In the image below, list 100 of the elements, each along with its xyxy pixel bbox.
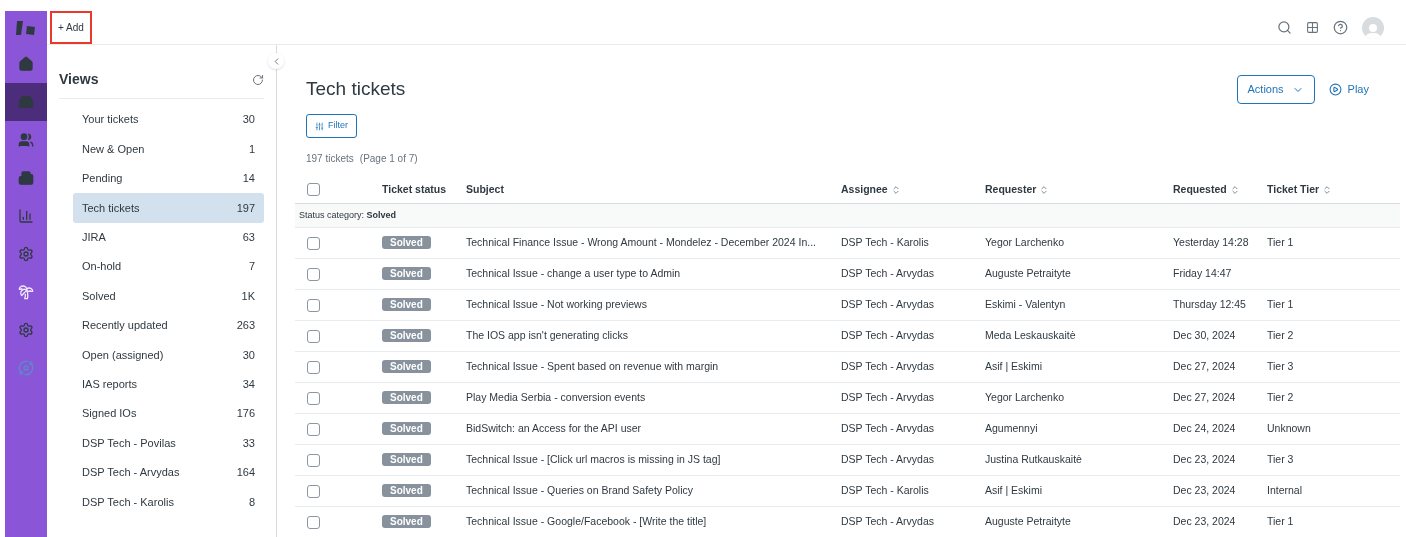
- view-item[interactable]: IAS reports 34: [73, 369, 264, 399]
- group-label: Status category: Solved: [299, 208, 397, 222]
- assignee-cell-text: DSP Tech - Arvydas: [841, 328, 935, 344]
- sort-icon[interactable]: [1229, 184, 1240, 195]
- apps-grid-icon[interactable]: [1306, 21, 1319, 34]
- subject-cell[interactable]: Technical Issue - Spent based on revenue with margin: [466, 359, 841, 375]
- view-label: Tech tickets: [82, 200, 140, 216]
- view-label: JIRA: [82, 230, 106, 245]
- palm-tree-icon: [18, 284, 34, 300]
- tier-cell-text: Tier 1: [1267, 514, 1295, 530]
- checkbox[interactable]: [307, 515, 320, 529]
- checkbox[interactable]: [307, 484, 320, 498]
- tier-cell-text: Tier 3: [1267, 359, 1295, 375]
- view-item[interactable]: Open (assigned) 30: [73, 340, 264, 370]
- help-icon[interactable]: [1333, 20, 1348, 35]
- view-count: 30: [242, 347, 255, 363]
- view-item[interactable]: Signed IOs 176: [73, 398, 264, 429]
- status-badge: Solved: [382, 329, 431, 343]
- view-count: 8: [248, 494, 255, 510]
- view-label: Solved: [82, 288, 116, 304]
- view-label: DSP Tech - Povilas: [82, 435, 176, 451]
- subject-cell[interactable]: BidSwitch: an Access for the API user: [466, 421, 841, 437]
- status-badge: Solved: [382, 453, 431, 467]
- sort-icon[interactable]: [890, 184, 901, 195]
- subject-cell[interactable]: Technical Issue - Queries on Brand Safety Policy: [466, 483, 841, 499]
- tier-cell-text: Unknown: [1267, 421, 1312, 437]
- view-count: 34: [242, 376, 255, 392]
- sort-icon[interactable]: [1039, 184, 1050, 195]
- requester-cell-text: Auguste Petraityte: [985, 514, 1072, 530]
- actions-button[interactable]: Actions: [1236, 75, 1315, 104]
- column-header[interactable]: Subject: [466, 181, 504, 198]
- add-button[interactable]: + Add: [50, 11, 92, 44]
- subject-cell[interactable]: The IOS app isn't generating clicks: [466, 328, 841, 344]
- view-count: 1: [248, 141, 255, 157]
- requested-cell-text: Dec 23, 2024: [1173, 483, 1237, 499]
- status-badge: Solved: [382, 422, 431, 436]
- status-badge: Solved: [382, 236, 431, 250]
- column-header[interactable]: Ticket status: [382, 181, 446, 198]
- filter-icon[interactable]: [315, 121, 324, 131]
- play-button[interactable]: Play: [1328, 81, 1369, 98]
- checkbox[interactable]: [307, 183, 320, 196]
- column-header[interactable]: Requester: [985, 181, 1037, 198]
- requested-cell-text: Thursday 12:45: [1173, 297, 1247, 313]
- assignee-cell-text: DSP Tech - Arvydas: [841, 514, 935, 530]
- view-item[interactable]: Your tickets 30: [73, 105, 264, 135]
- checkbox[interactable]: [307, 298, 320, 312]
- view-item[interactable]: Pending 14: [73, 163, 264, 194]
- tier-cell-text: Tier 1: [1267, 235, 1295, 251]
- refresh-icon[interactable]: [252, 73, 264, 86]
- view-label: Your tickets: [82, 112, 139, 128]
- requested-cell-text: Dec 23, 2024: [1173, 452, 1237, 468]
- subject-cell[interactable]: Technical Issue - Not working previews: [466, 297, 841, 313]
- requester-cell-text: Auguste Petraityte: [985, 266, 1072, 282]
- view-item[interactable]: DSP Tech - Arvydas 164: [73, 457, 264, 488]
- column-header[interactable]: Ticket Tier: [1267, 181, 1320, 198]
- view-item[interactable]: Solved 1K: [73, 281, 264, 311]
- requested-cell-text: Yesterday 14:28: [1173, 235, 1250, 251]
- view-item[interactable]: On-hold 7: [73, 251, 264, 282]
- subject-cell[interactable]: Play Media Serbia - conversion events: [466, 390, 841, 406]
- play-icon[interactable]: [1328, 83, 1342, 96]
- subject-cell[interactable]: Technical Issue - change a user type to Admin: [466, 266, 841, 282]
- checkbox[interactable]: [307, 360, 320, 374]
- status-badge: Solved: [382, 267, 431, 281]
- view-count: 176: [236, 406, 255, 422]
- view-item[interactable]: JIRA 63: [73, 222, 264, 252]
- checkbox[interactable]: [307, 267, 320, 281]
- checkbox[interactable]: [307, 453, 320, 467]
- search-icon[interactable]: [1277, 20, 1292, 35]
- column-header[interactable]: Assignee: [841, 181, 888, 198]
- requested-cell-text: Dec 27, 2024: [1173, 390, 1237, 406]
- view-item[interactable]: Recently updated 263: [73, 310, 264, 341]
- view-item[interactable]: DSP Tech - Karolis 8: [73, 487, 264, 517]
- requester-cell-text: Asif | Eskimi: [985, 359, 1043, 375]
- view-count: 164: [236, 465, 255, 481]
- status-badge: Solved: [382, 360, 431, 374]
- tier-cell-text: Internal: [1267, 483, 1304, 499]
- view-item[interactable]: DSP Tech - Povilas 33: [73, 428, 264, 458]
- view-item[interactable]: Tech tickets 197: [73, 193, 264, 223]
- subject-cell[interactable]: Technical Issue - [Click url macros is missing in JS tag]: [466, 452, 841, 468]
- view-label: Open (assigned): [82, 347, 164, 363]
- filter-button[interactable]: Filter: [306, 114, 357, 138]
- page-info: (Page 1 of 7): [359, 152, 418, 166]
- status-badge: Solved: [382, 298, 431, 312]
- view-count: 1K: [241, 288, 255, 304]
- assignee-cell-text: DSP Tech - Karolis: [841, 483, 930, 499]
- assignee-cell-text: DSP Tech - Karolis: [841, 235, 930, 251]
- tier-cell-text: Tier 1: [1267, 297, 1295, 313]
- view-item[interactable]: New & Open 1: [73, 134, 264, 164]
- sort-icon[interactable]: [1322, 184, 1333, 195]
- logo-icon[interactable]: [16, 21, 36, 35]
- subject-cell[interactable]: Technical Issue - Google/Facebook - [Write the title]: [466, 514, 841, 530]
- column-header[interactable]: Requested: [1173, 181, 1227, 198]
- subject-cell[interactable]: Technical Finance Issue - Wrong Amount - Mondelez - December 2024 In...: [466, 235, 841, 251]
- view-count: 33: [242, 435, 255, 451]
- requested-cell-text: Dec 24, 2024: [1173, 421, 1237, 437]
- checkbox[interactable]: [307, 422, 320, 436]
- checkbox[interactable]: [307, 329, 320, 343]
- requester-cell-text: Yegor Larchenko: [985, 390, 1065, 406]
- checkbox[interactable]: [307, 391, 320, 405]
- checkbox[interactable]: [307, 236, 320, 250]
